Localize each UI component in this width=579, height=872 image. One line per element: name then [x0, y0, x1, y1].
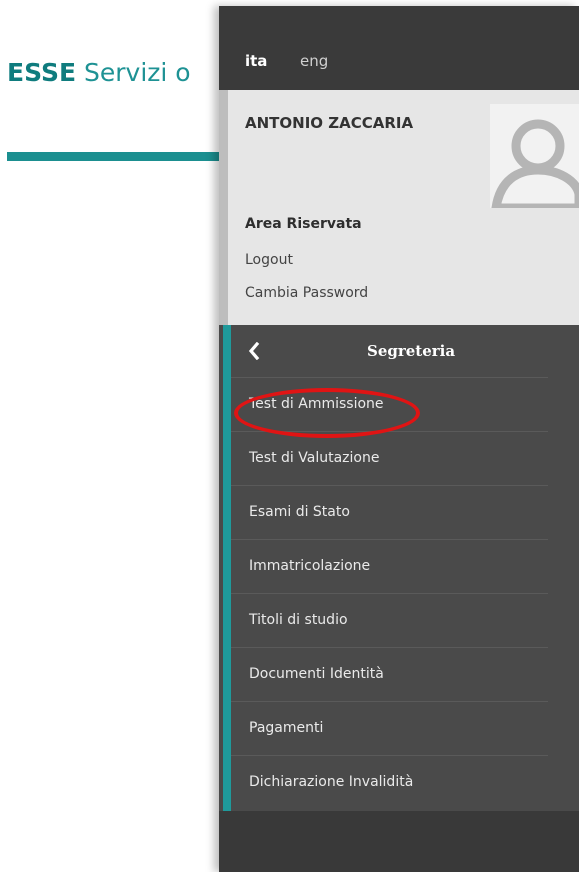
menu-item-label: Test di Valutazione	[249, 450, 380, 466]
menu-item-immatricolazione[interactable]: Immatricolazione	[231, 540, 548, 594]
menu-header: Segreteria	[231, 325, 548, 378]
user-name: ANTONIO ZACCARIA	[245, 114, 414, 132]
brand-strong: ESSE	[7, 58, 77, 87]
language-bar: ita eng	[219, 6, 579, 90]
reserved-area-title: Area Riservata	[245, 216, 362, 232]
menu-item-test-ammissione[interactable]: Test di Ammissione	[231, 378, 548, 438]
chevron-left-icon[interactable]	[248, 342, 260, 360]
menu-item-label: Titoli di studio	[249, 612, 348, 628]
menu-item-titoli-studio[interactable]: Titoli di studio	[231, 594, 548, 648]
menu-item-documenti-identita[interactable]: Documenti Identità	[231, 648, 548, 702]
user-panel: ANTONIO ZACCARIA Area Riservata Logout C…	[228, 90, 579, 328]
site-brand[interactable]: ESSE Servizi o	[7, 58, 191, 87]
menu-item-label: Esami di Stato	[249, 504, 350, 520]
language-eng[interactable]: eng	[300, 52, 328, 70]
menu-item-label: Pagamenti	[249, 720, 324, 736]
menu-item-label: Immatricolazione	[249, 558, 371, 574]
avatar	[490, 104, 579, 208]
user-silhouette-icon	[490, 104, 579, 208]
menu-title: Segreteria	[367, 342, 456, 360]
menu-item-label: Documenti Identità	[249, 666, 384, 682]
menu-item-label: Dichiarazione Invalidità	[249, 774, 414, 790]
menu-item-dichiarazione-invalidita[interactable]: Dichiarazione Invalidità	[231, 756, 548, 810]
brand-rest: Servizi o	[84, 58, 191, 87]
menu-item-label: Test di Ammissione	[249, 396, 384, 412]
secretariat-menu: Segreteria Test di Ammissione Test di Va…	[219, 325, 579, 811]
menu-item-test-valutazione[interactable]: Test di Valutazione	[231, 432, 548, 486]
change-password-link[interactable]: Cambia Password	[245, 285, 368, 301]
language-ita[interactable]: ita	[245, 52, 267, 70]
side-drawer: ita eng ANTONIO ZACCARIA Area Riservata …	[219, 6, 579, 872]
menu-accent-bar	[223, 325, 231, 811]
menu-item-pagamenti[interactable]: Pagamenti	[231, 702, 548, 756]
logout-link[interactable]: Logout	[245, 252, 293, 268]
page: ESSE Servizi o ita eng ANTONIO ZACCARIA …	[0, 0, 579, 872]
user-panel-gutter	[219, 90, 228, 328]
menu-item-esami-stato[interactable]: Esami di Stato	[231, 486, 548, 540]
header-divider	[7, 152, 222, 161]
drawer-footer	[219, 811, 579, 872]
